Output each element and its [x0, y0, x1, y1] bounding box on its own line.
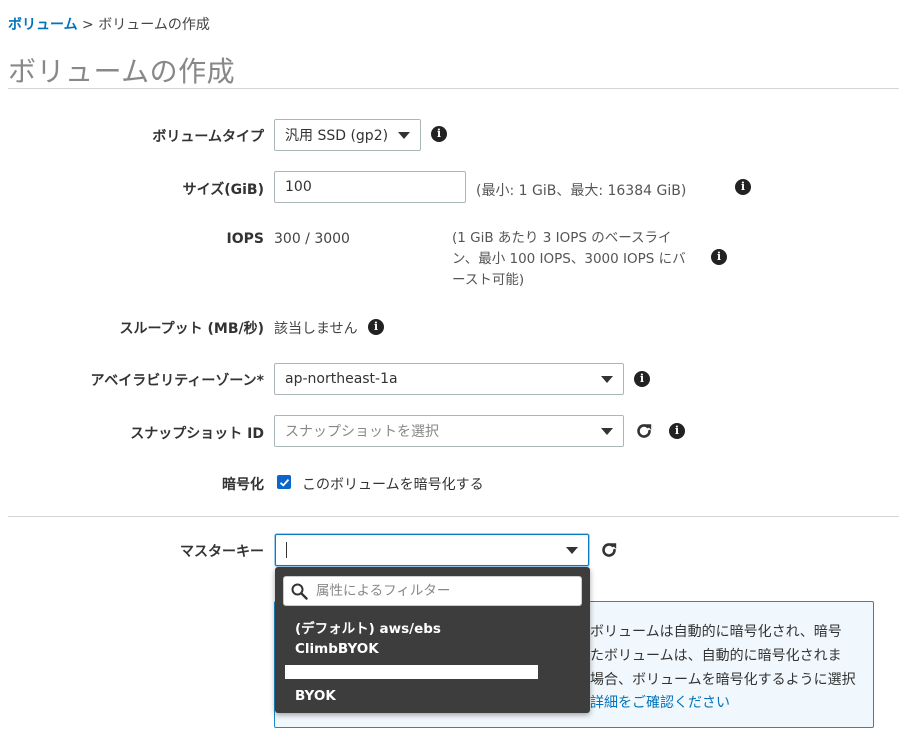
- page-title: ボリュームの作成: [8, 55, 236, 88]
- info-icon[interactable]: i: [634, 371, 650, 387]
- caret-down-icon: [566, 547, 578, 554]
- title-divider: [8, 88, 899, 89]
- master-key-dropdown: (デフォルト) aws/ebs ClimbBYOK BYOK: [275, 567, 590, 713]
- encryption-label: 暗号化: [222, 477, 264, 493]
- throughput-label: スループット (MB/秒): [119, 321, 264, 337]
- dropdown-option-byok[interactable]: BYOK: [295, 688, 336, 704]
- filter-input[interactable]: [314, 581, 574, 601]
- redacted-option[interactable]: [285, 665, 538, 679]
- availability-zone-value: ap-northeast-1a: [285, 371, 398, 387]
- search-icon: [291, 583, 308, 600]
- encryption-checkbox[interactable]: [277, 475, 291, 489]
- iops-value: 300 / 3000: [274, 231, 350, 247]
- master-key-label: マスターキー: [180, 544, 264, 560]
- breadcrumb: ボリューム > ボリュームの作成: [8, 14, 210, 34]
- filter-box: [283, 576, 582, 606]
- size-hint: (最小: 1 GiB、最大: 16384 GiB): [476, 183, 687, 199]
- caret-down-icon: [398, 132, 410, 139]
- info-panel-line: ボリュームは自動的に暗号化され、暗号: [590, 624, 842, 640]
- refresh-icon[interactable]: [634, 421, 654, 441]
- info-icon[interactable]: i: [735, 179, 751, 195]
- info-icon[interactable]: i: [431, 126, 447, 142]
- throughput-value: 該当しません: [274, 321, 358, 337]
- master-key-select[interactable]: [275, 534, 589, 566]
- breadcrumb-link-volumes[interactable]: ボリューム: [8, 17, 78, 33]
- learn-more-link[interactable]: 詳細をご確認ください: [590, 692, 730, 712]
- availability-zone-label: アベイラビリティーゾーン*: [90, 373, 264, 389]
- size-input[interactable]: [274, 171, 466, 203]
- dropdown-option-climbbyok[interactable]: ClimbBYOK: [295, 641, 379, 657]
- iops-label: IOPS: [226, 231, 264, 247]
- text-cursor: [286, 542, 287, 558]
- volume-type-value: 汎用 SSD (gp2): [285, 128, 389, 144]
- size-label: サイズ(GiB): [182, 182, 264, 198]
- iops-hint-line: (1 GiB あたり 3 IOPS のベースライ: [452, 230, 672, 246]
- snapshot-id-label: スナップショット ID: [130, 426, 264, 442]
- info-icon[interactable]: i: [368, 319, 384, 335]
- dropdown-option-default-aws-ebs[interactable]: (デフォルト) aws/ebs: [295, 617, 441, 637]
- checkmark-icon: [279, 478, 289, 487]
- encryption-checkbox-label[interactable]: このボリュームを暗号化する: [302, 474, 484, 494]
- breadcrumb-current: ボリュームの作成: [98, 17, 210, 33]
- volume-type-select[interactable]: 汎用 SSD (gp2): [274, 119, 421, 151]
- info-panel-line: 場合、ボリュームを暗号化するように選択: [590, 672, 856, 688]
- info-panel-line: たボリュームは、自動的に暗号化されま: [590, 648, 842, 664]
- caret-down-icon: [601, 376, 613, 383]
- refresh-icon[interactable]: [599, 540, 619, 560]
- snapshot-id-placeholder: スナップショットを選択: [285, 424, 439, 440]
- iops-hint-line: ン、最小 100 IOPS、3000 IOPS にバ: [452, 251, 686, 267]
- breadcrumb-separator: >: [77, 17, 99, 33]
- availability-zone-select[interactable]: ap-northeast-1a: [274, 363, 624, 395]
- volume-type-label: ボリュームタイプ: [152, 129, 264, 145]
- info-icon[interactable]: i: [711, 249, 727, 265]
- caret-down-icon: [601, 428, 613, 435]
- snapshot-id-select[interactable]: スナップショットを選択: [274, 415, 624, 447]
- section-divider: [8, 516, 899, 517]
- info-icon[interactable]: i: [669, 423, 685, 439]
- iops-hint-line: ースト可能): [452, 272, 525, 288]
- iops-hint: (1 GiB あたり 3 IOPS のベースライ ン、最小 100 IOPS、3…: [452, 228, 702, 291]
